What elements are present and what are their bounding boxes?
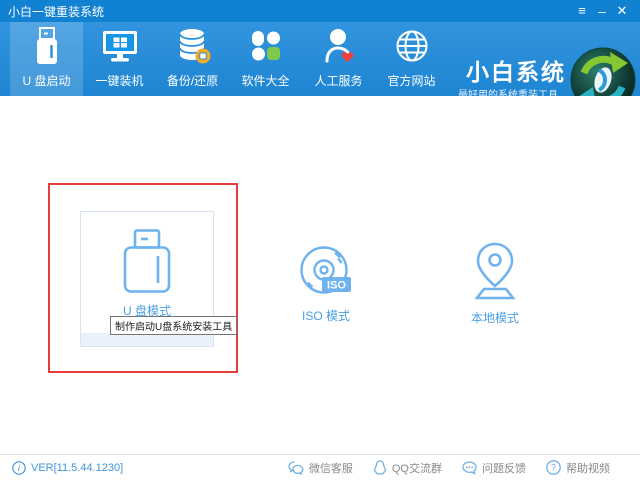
nav-item-software-collection[interactable]: 软件大全 <box>229 22 302 96</box>
usb-mode-tooltip: 制作启动U盘系统安装工具 <box>110 316 237 335</box>
link-qq-group[interactable]: QQ交流群 <box>373 460 442 476</box>
nav-label: U 盘启动 <box>22 72 70 89</box>
map-pin-icon <box>467 242 523 300</box>
qq-icon <box>373 460 387 475</box>
minimize-button[interactable]: ─ <box>592 2 612 20</box>
version-text: VER[11.5.44.1230] <box>31 462 123 474</box>
wechat-icon <box>288 461 304 475</box>
apps-clover-icon <box>249 25 283 67</box>
help-circle-icon: ? <box>546 460 561 475</box>
mode-local-label: 本地模式 <box>455 309 535 326</box>
link-help-video[interactable]: ? 帮助视频 <box>546 460 610 476</box>
mode-iso-label: ISO 模式 <box>286 307 366 324</box>
person-heart-icon <box>322 25 356 67</box>
link-label: 微信客服 <box>309 460 353 476</box>
globe-icon <box>394 25 430 67</box>
statusbar: i VER[11.5.44.1230] 微信客服 <box>0 454 640 480</box>
window-title: 小白一键重装系统 <box>8 3 104 20</box>
nav-label: 软件大全 <box>241 72 289 89</box>
titlebar: 小白一键重装系统 ≡ ─ ✕ <box>0 0 640 22</box>
app-window: 小白一键重装系统 ≡ ─ ✕ U 盘启动 <box>0 0 640 480</box>
link-label: QQ交流群 <box>392 460 442 476</box>
monitor-windows-icon <box>101 25 139 67</box>
nav-item-one-click-install[interactable]: 一键装机 <box>83 22 156 96</box>
nav-label: 备份/还原 <box>167 72 218 89</box>
menu-button[interactable]: ≡ <box>572 2 592 20</box>
main-toolbar: U 盘启动 一键装机 <box>0 22 640 96</box>
nav-item-official-website[interactable]: 官方网站 <box>375 22 448 96</box>
usb-outline-icon <box>118 229 176 293</box>
mode-local[interactable]: 本地模式 <box>455 242 535 326</box>
nav-item-usb-boot[interactable]: U 盘启动 <box>10 22 83 96</box>
close-button[interactable]: ✕ <box>612 2 632 20</box>
version-info[interactable]: i VER[11.5.44.1230] <box>12 461 123 475</box>
database-backup-icon <box>175 25 211 67</box>
link-wechat-service[interactable]: 微信客服 <box>288 460 353 476</box>
feedback-bubble-icon <box>462 461 477 475</box>
window-controls: ≡ ─ ✕ <box>572 2 632 20</box>
usb-drive-icon <box>30 25 64 67</box>
svg-text:i: i <box>18 463 21 473</box>
nav-label: 官方网站 <box>387 72 435 89</box>
link-feedback[interactable]: 问题反馈 <box>462 460 526 476</box>
mode-iso[interactable]: ISO ISO 模式 <box>286 244 366 324</box>
link-label: 帮助视频 <box>566 460 610 476</box>
statusbar-links: 微信客服 QQ交流群 <box>268 460 610 476</box>
nav-item-backup-restore[interactable]: 备份/还原 <box>156 22 229 96</box>
brand-name: 小白系统 <box>466 53 566 87</box>
link-label: 问题反馈 <box>482 460 526 476</box>
nav-item-customer-service[interactable]: 人工服务 <box>302 22 375 96</box>
nav-label: 一键装机 <box>95 72 143 89</box>
nav-label: 人工服务 <box>314 72 362 89</box>
iso-badge-label: ISO <box>327 280 346 292</box>
content-area: U 盘模式 制作启动U盘系统安装工具 ISO <box>0 96 640 455</box>
svg-text:?: ? <box>551 463 556 473</box>
info-icon: i <box>12 461 26 475</box>
disc-iso-icon: ISO <box>298 244 354 298</box>
